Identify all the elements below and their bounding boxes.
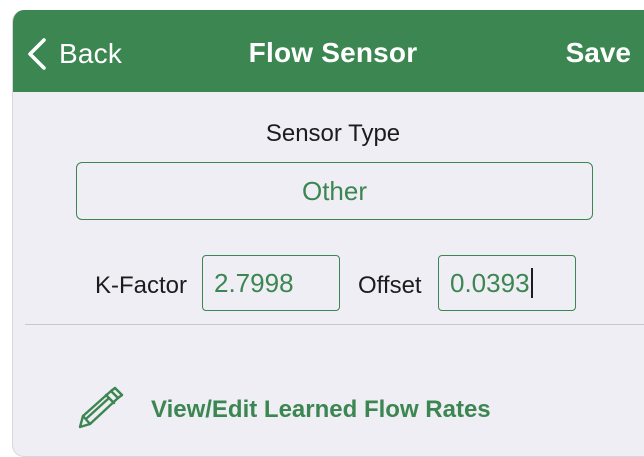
k-factor-label: K-Factor (95, 272, 188, 299)
learned-flow-rates-label: View/Edit Learned Flow Rates (151, 396, 491, 423)
offset-value: 0.0393 (450, 267, 530, 298)
text-cursor (530, 268, 533, 298)
offset-label: Offset (358, 272, 422, 299)
flow-sensor-panel: Back Flow Sensor Save Sensor Type Other … (12, 10, 644, 457)
sensor-type-selector[interactable]: Other (76, 162, 593, 220)
offset-field[interactable]: 0.0393 (438, 255, 576, 311)
sensor-type-value: Other (301, 175, 368, 206)
view-edit-learned-flow-rates-button[interactable]: View/Edit Learned Flow Rates (77, 386, 491, 435)
save-button[interactable]: Save (566, 37, 631, 69)
pencil-icon (77, 386, 125, 435)
sensor-type-label: Sensor Type (265, 120, 401, 147)
navigation-bar: Back Flow Sensor Save (13, 10, 644, 92)
k-factor-field[interactable]: 2.7998 (202, 255, 340, 311)
k-factor-value: 2.7998 (214, 267, 294, 298)
divider (25, 324, 644, 325)
page-title: Flow Sensor (248, 37, 418, 68)
